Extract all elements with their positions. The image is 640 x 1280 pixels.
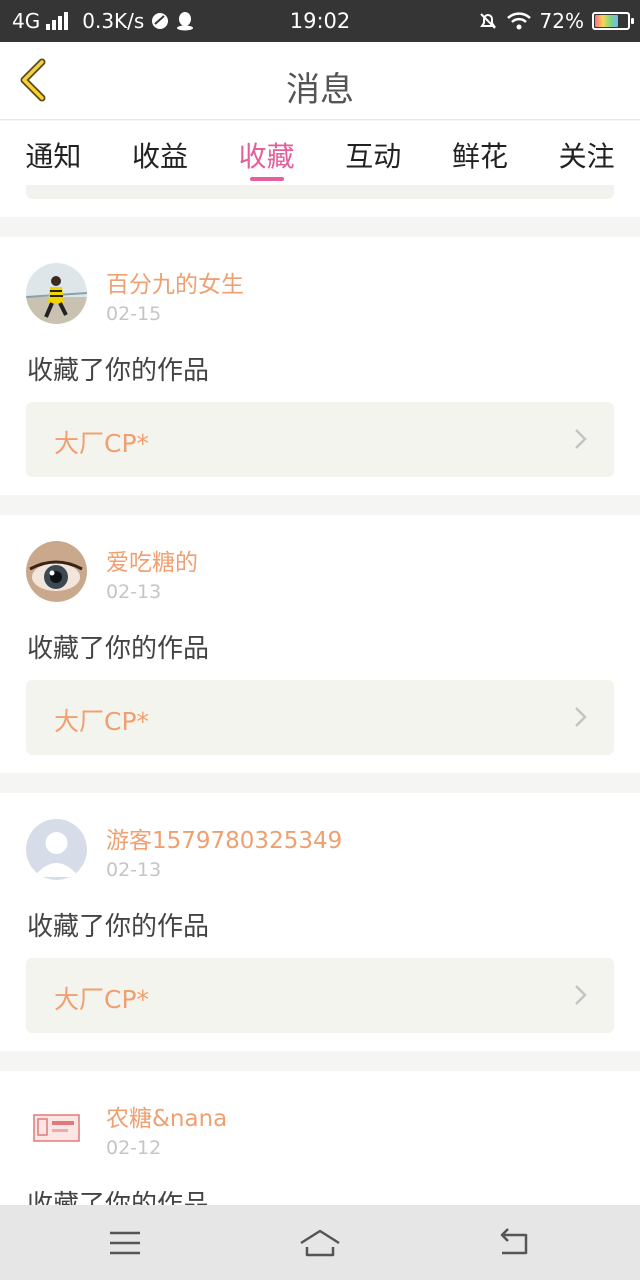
notification-date: 02-13 (106, 859, 162, 881)
wifi-icon (506, 12, 531, 30)
work-title: 大厂CP* (54, 429, 150, 458)
previous-card-tail (0, 185, 640, 217)
battery-icon (592, 12, 634, 30)
tab-follow[interactable]: 关注 (533, 121, 640, 185)
action-text: 收藏了你的作品 (27, 912, 210, 942)
username[interactable]: 爱吃糖的 (106, 543, 198, 577)
chevron-right-icon (575, 429, 587, 449)
tab-flowers[interactable]: 鲜花 (427, 121, 534, 185)
battery-fill (595, 15, 618, 27)
avatar[interactable] (26, 541, 87, 602)
username[interactable]: 游客1579780325349 (106, 821, 342, 855)
tab-bar: 通知 收益 收藏 互动 鲜花 关注 (0, 121, 640, 185)
mute-icon (479, 13, 496, 29)
work-link[interactable]: 大厂CP* (26, 402, 614, 477)
chevron-right-icon (575, 707, 587, 727)
tab-favorites[interactable]: 收藏 (213, 121, 320, 185)
username[interactable]: 百分九的女生 (106, 265, 244, 299)
menu-icon[interactable] (100, 1223, 150, 1263)
notification-date: 02-13 (106, 581, 162, 603)
work-link[interactable]: 大厂CP* (26, 958, 614, 1033)
back-icon[interactable] (490, 1223, 540, 1263)
tab-earnings[interactable]: 收益 (107, 121, 214, 185)
home-icon[interactable] (295, 1223, 345, 1263)
work-title: 大厂CP* (54, 985, 150, 1014)
username[interactable]: 农糖&nana (106, 1099, 227, 1133)
status-bar: 4G 0.3K/s 19:02 72% (0, 0, 640, 42)
chevron-right-icon (575, 985, 587, 1005)
work-link[interactable]: 大厂CP* (26, 680, 614, 755)
notification-card: 百分九的女生 02-15 收藏了你的作品 大厂CP* (0, 237, 640, 495)
notification-card: 游客1579780325349 02-13 收藏了你的作品 大厂CP* (0, 793, 640, 1051)
action-text: 收藏了你的作品 (27, 356, 210, 386)
avatar[interactable] (26, 263, 87, 324)
notification-card: 农糖&nana 02-12 收藏了你的作品 (0, 1071, 640, 1205)
notification-date: 02-15 (106, 303, 162, 325)
avatar[interactable] (26, 1097, 87, 1158)
battery-percent: 72% (539, 9, 584, 33)
notification-date: 02-12 (106, 1137, 162, 1159)
tab-notice[interactable]: 通知 (0, 121, 107, 185)
tab-interaction[interactable]: 互动 (320, 121, 427, 185)
status-right: 72% (478, 9, 634, 33)
work-title: 大厂CP* (54, 707, 150, 736)
notification-card: 爱吃糖的 02-13 收藏了你的作品 大厂CP* (0, 515, 640, 773)
action-text: 收藏了你的作品 (27, 1190, 210, 1205)
action-text: 收藏了你的作品 (27, 634, 210, 664)
page-title: 消息 (286, 70, 354, 110)
notification-list[interactable]: 百分九的女生 02-15 收藏了你的作品 大厂CP* 爱吃糖的 02-13 收藏… (0, 185, 640, 1205)
avatar[interactable] (26, 819, 87, 880)
header: 消息 (0, 42, 640, 120)
system-nav-bar (0, 1205, 640, 1280)
